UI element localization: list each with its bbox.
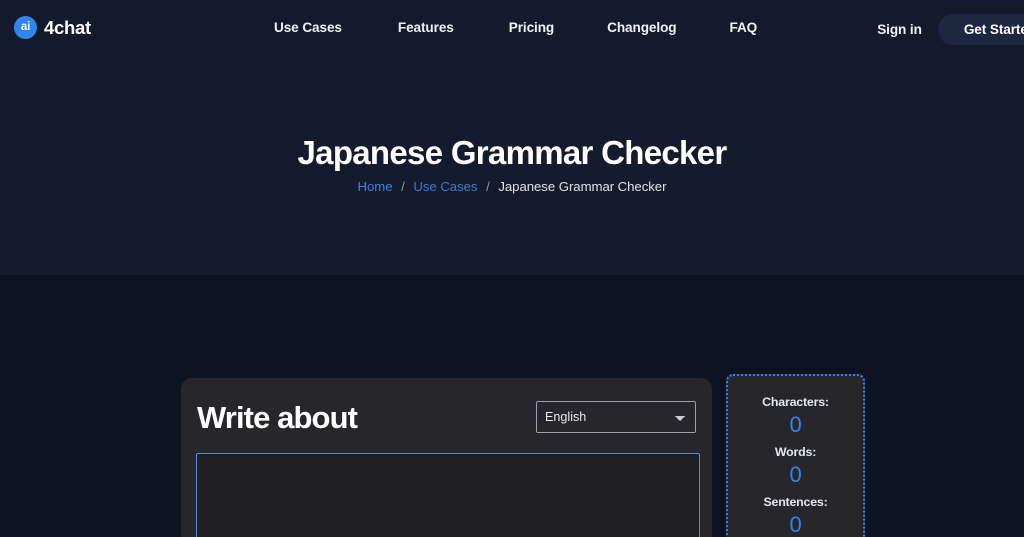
nav-item-use-cases[interactable]: Use Cases bbox=[274, 20, 342, 35]
stat-characters-value: 0 bbox=[789, 411, 802, 437]
stat-words: Words: 0 bbox=[728, 445, 863, 488]
editor-title: Write about bbox=[197, 399, 358, 435]
stat-sentences: Sentences: 0 bbox=[728, 495, 863, 537]
language-select[interactable]: EnglishJapaneseSpanishFrenchGerman bbox=[536, 401, 696, 433]
stat-sentences-label: Sentences: bbox=[763, 495, 828, 509]
nav-links: Use Cases Features Pricing Changelog FAQ bbox=[274, 20, 757, 35]
editor-card: Write about EnglishJapaneseSpanishFrench… bbox=[181, 378, 712, 537]
page-root: ai 4chat Use Cases Features Pricing Chan… bbox=[0, 0, 1024, 537]
text-input-area[interactable] bbox=[196, 453, 700, 537]
breadcrumb-home-link[interactable]: Home bbox=[358, 179, 393, 194]
stat-words-value: 0 bbox=[789, 461, 802, 487]
nav-item-pricing[interactable]: Pricing bbox=[509, 20, 554, 35]
nav-item-features[interactable]: Features bbox=[398, 20, 454, 35]
ai-badge-icon: ai bbox=[14, 16, 37, 39]
breadcrumb-use-cases-link[interactable]: Use Cases bbox=[413, 179, 477, 194]
get-started-button[interactable]: Get Started bbox=[937, 14, 1024, 45]
brand-name: 4chat bbox=[44, 16, 91, 38]
stat-characters-label: Characters: bbox=[762, 395, 829, 409]
breadcrumb-separator-1: / bbox=[401, 179, 405, 194]
stat-sentences-value: 0 bbox=[789, 511, 802, 537]
breadcrumb: Home / Use Cases / Japanese Grammar Chec… bbox=[0, 179, 1024, 194]
editor-header: Write about EnglishJapaneseSpanishFrench… bbox=[197, 394, 696, 440]
nav-item-changelog[interactable]: Changelog bbox=[607, 20, 676, 35]
nav-item-faq[interactable]: FAQ bbox=[729, 20, 757, 35]
page-title: Japanese Grammar Checker bbox=[297, 134, 728, 171]
stat-characters: Characters: 0 bbox=[728, 395, 863, 438]
nav-actions: Sign in Get Started bbox=[877, 14, 1024, 45]
sign-in-link[interactable]: Sign in bbox=[877, 15, 922, 45]
breadcrumb-current: Japanese Grammar Checker bbox=[498, 179, 667, 194]
brand-logo[interactable]: ai 4chat bbox=[14, 16, 91, 39]
breadcrumb-separator-2: / bbox=[486, 179, 490, 194]
stat-words-label: Words: bbox=[774, 445, 817, 459]
main-navbar: ai 4chat Use Cases Features Pricing Chan… bbox=[0, 0, 1024, 57]
stats-panel: Characters: 0 Words: 0 Sentences: 0 bbox=[726, 374, 865, 537]
